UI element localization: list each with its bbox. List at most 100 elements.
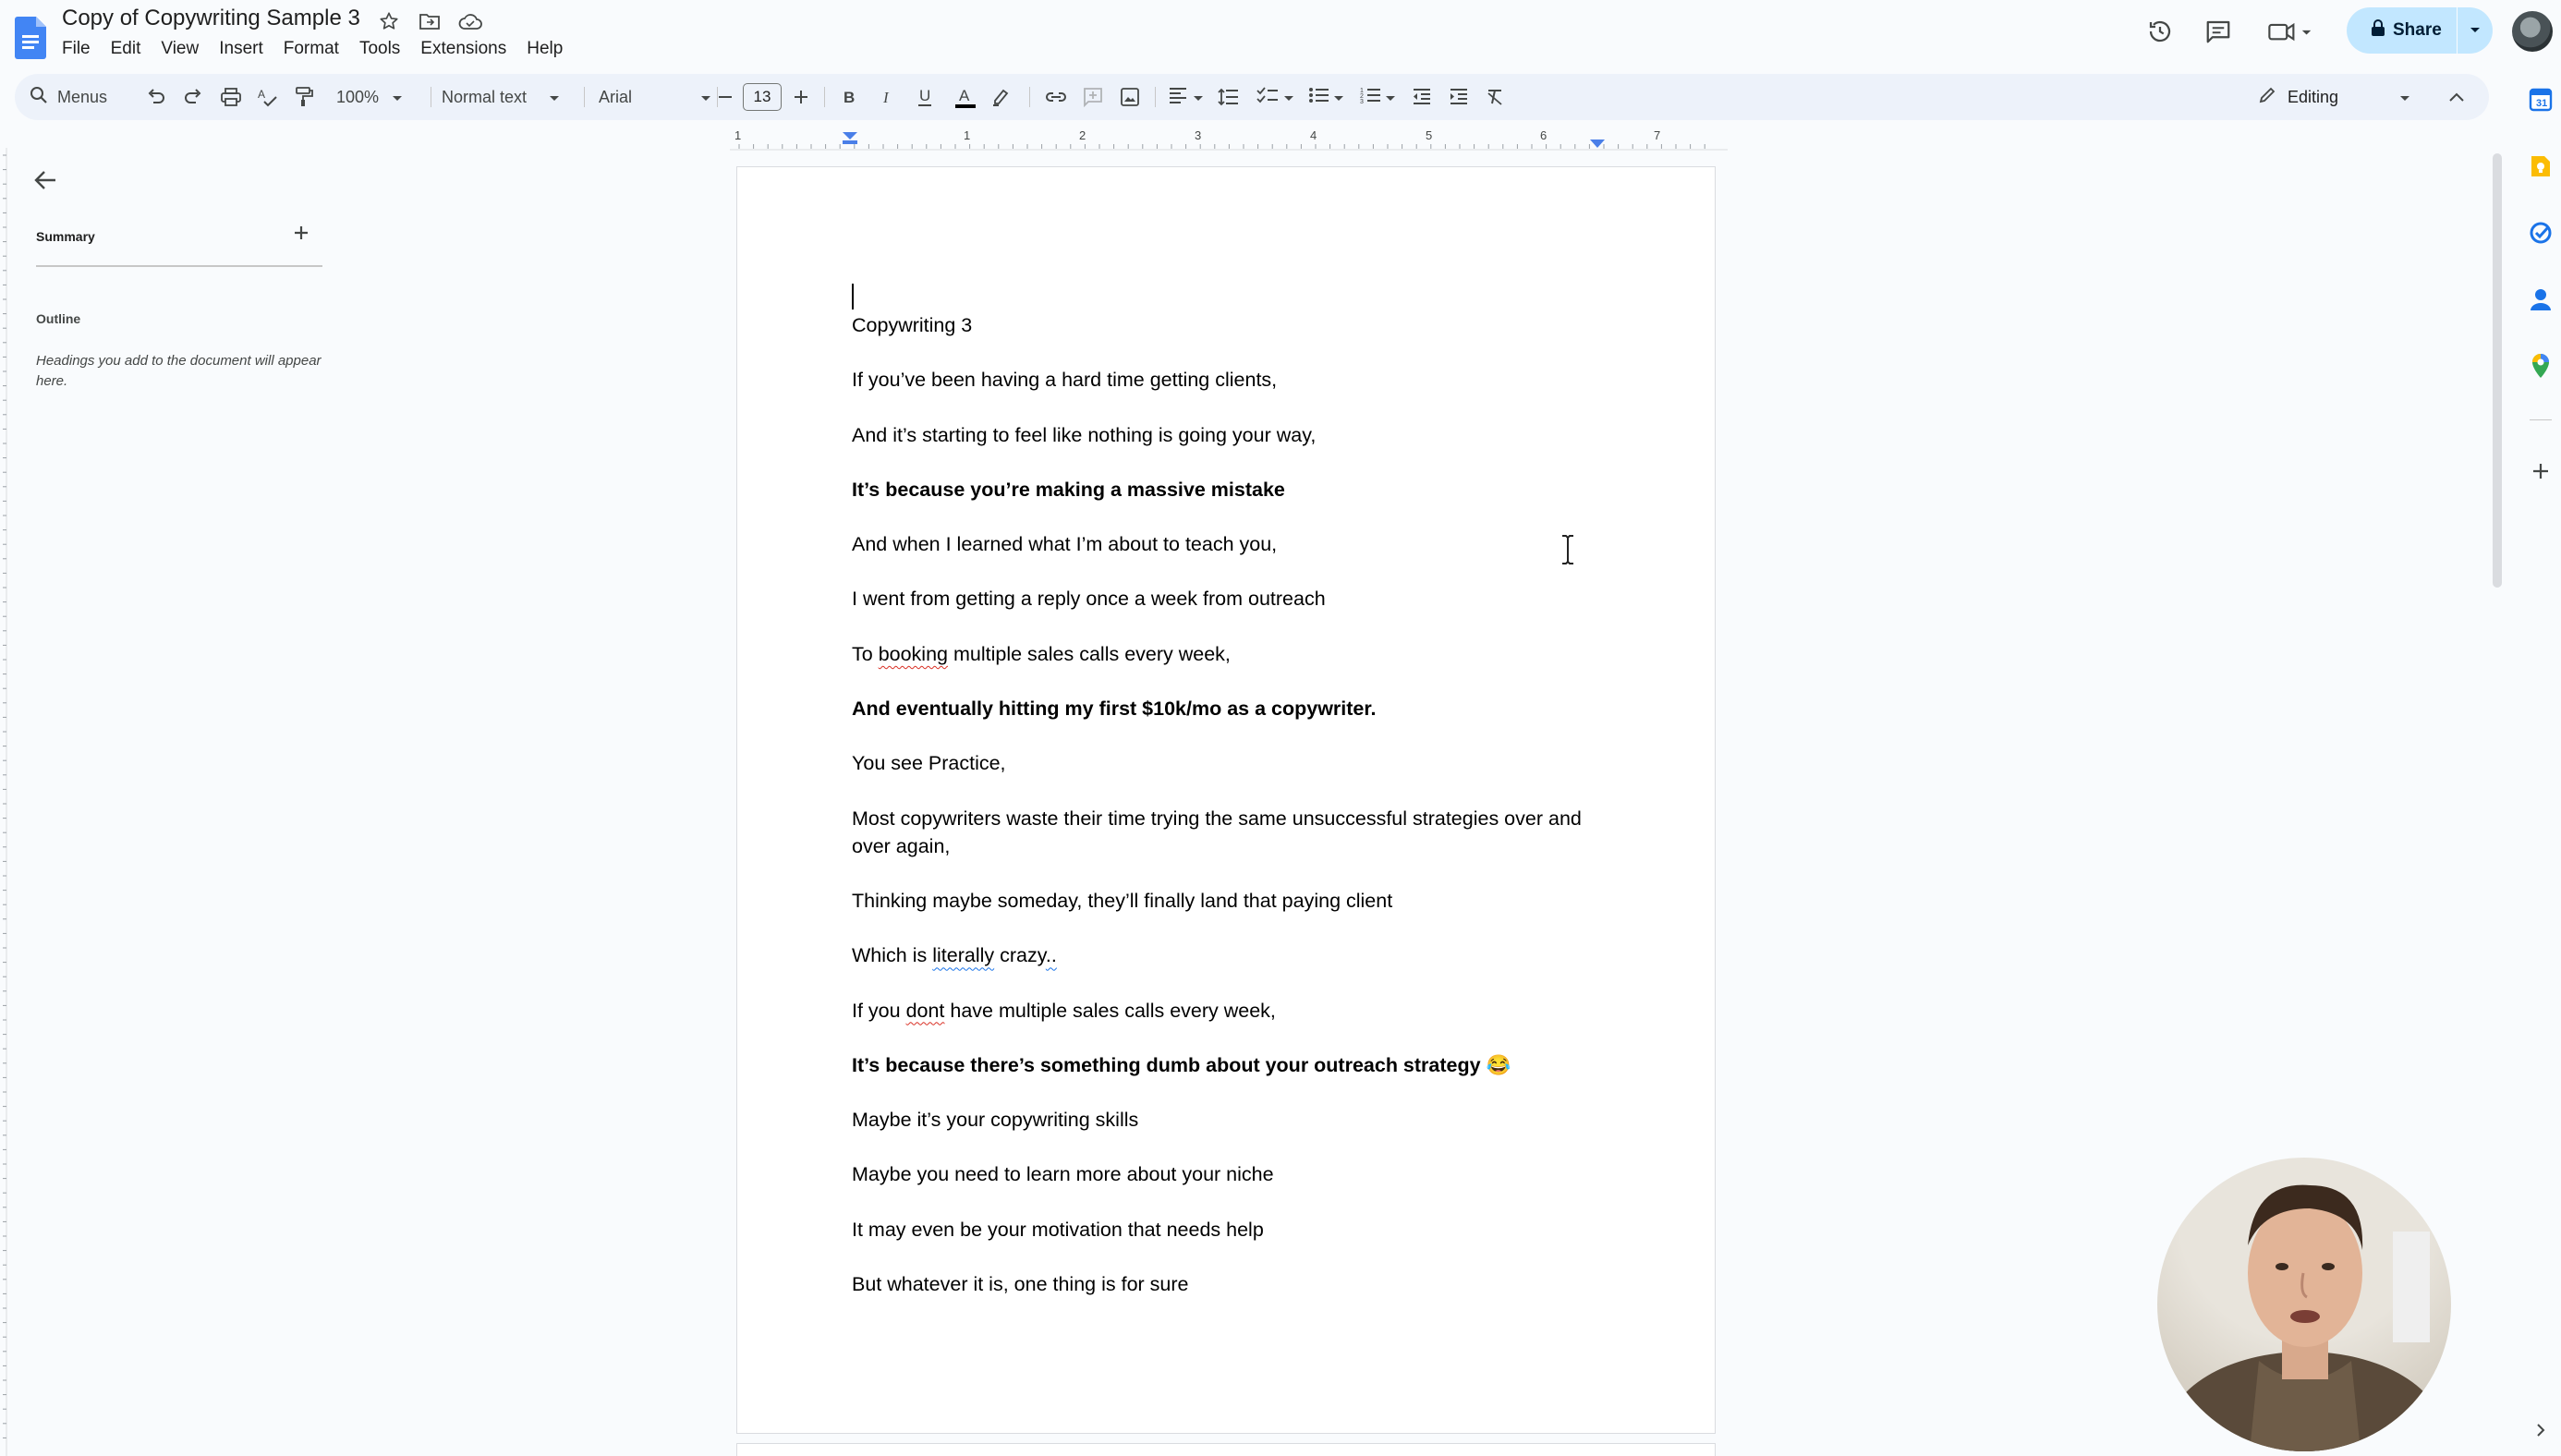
document-paragraph[interactable]: Which is literally crazy.. (852, 941, 1591, 969)
font-family-select[interactable]: Arial (599, 74, 711, 120)
contacts-icon[interactable] (2528, 286, 2554, 312)
document-paragraph[interactable]: Most copywriters waste their time trying… (852, 805, 1591, 860)
chevron-down-icon (549, 88, 560, 107)
cloud-saved-icon[interactable] (456, 7, 484, 35)
keep-icon[interactable] (2528, 153, 2554, 179)
share-label: Share (2393, 20, 2442, 40)
menu-file[interactable]: File (62, 39, 100, 59)
meet-icon[interactable] (2265, 16, 2317, 47)
document-paragraph[interactable]: Maybe you need to learn more about your … (852, 1160, 1591, 1188)
lock-icon (2371, 19, 2385, 42)
divider (36, 265, 322, 267)
document-paragraph[interactable]: It may even be your motivation that need… (852, 1216, 1591, 1244)
outline-placeholder: Headings you add to the document will ap… (36, 353, 322, 389)
document-outline-panel: Summary Outline Headings you add to the … (0, 148, 351, 1441)
line-spacing-icon[interactable] (1218, 74, 1240, 120)
document-paragraph[interactable]: Maybe it’s your copywriting skills (852, 1106, 1591, 1134)
highlight-color-icon[interactable] (990, 74, 1011, 120)
collapse-menus-icon[interactable] (2448, 74, 2465, 120)
first-line-indent-icon (843, 132, 857, 140)
get-add-ons-icon[interactable] (2528, 458, 2554, 484)
zoom-select[interactable]: 100% (336, 74, 403, 120)
comments-icon[interactable] (2203, 16, 2234, 47)
star-icon[interactable] (375, 7, 403, 35)
paragraph-style-select[interactable]: Normal text (442, 74, 560, 120)
back-arrow-icon[interactable] (33, 168, 65, 200)
outline-heading: Outline (36, 311, 81, 326)
menu-insert[interactable]: Insert (219, 39, 273, 59)
ruler-label: 1 (734, 128, 741, 142)
share-dropdown-icon[interactable] (2458, 26, 2493, 35)
document-title[interactable]: Copy of Copywriting Sample 3 (62, 6, 360, 31)
ruler-label: 3 (1195, 128, 1201, 142)
show-side-panel-icon[interactable] (2528, 1417, 2554, 1443)
document-paragraph[interactable]: Copywriting 3 (852, 311, 1591, 339)
document-paragraph[interactable]: You see Practice, (852, 749, 1591, 777)
side-panel: 31 (2520, 74, 2561, 1456)
document-paragraph[interactable]: And it’s starting to feel like nothing i… (852, 421, 1591, 449)
insert-comment-icon[interactable] (1083, 74, 1103, 120)
print-icon[interactable] (220, 74, 242, 120)
zoom-value: 100% (336, 87, 380, 106)
right-indent-icon (1590, 140, 1605, 148)
title-bar: Copy of Copywriting Sample 3 File Edit V… (0, 0, 2561, 74)
align-left-icon (1168, 87, 1188, 108)
increase-indent-icon[interactable] (1449, 74, 1469, 120)
document-paragraph[interactable]: It’s because there’s something dumb abou… (852, 1051, 1591, 1079)
menu-edit[interactable]: Edit (111, 39, 151, 59)
align-select[interactable] (1168, 74, 1203, 120)
checklist-select[interactable] (1256, 74, 1293, 120)
bulleted-list-select[interactable] (1308, 74, 1343, 120)
insert-link-icon[interactable] (1044, 74, 1068, 120)
add-summary-icon[interactable] (292, 224, 318, 249)
undo-icon[interactable] (146, 74, 166, 120)
chevron-down-icon (392, 88, 403, 107)
insert-image-icon[interactable] (1120, 74, 1140, 120)
italic-icon[interactable]: I (881, 74, 894, 120)
bold-icon[interactable]: B (843, 74, 857, 120)
search-menus-input[interactable]: Menus (30, 74, 107, 120)
document-paragraph[interactable]: If you dont have multiple sales calls ev… (852, 997, 1591, 1025)
maps-icon[interactable] (2528, 353, 2554, 379)
numbered-list-select[interactable]: 123 (1360, 74, 1395, 120)
docs-logo-icon[interactable] (15, 17, 46, 59)
document-page[interactable]: Copywriting 3 If you’ve been having a har… (736, 166, 1716, 1434)
document-paragraph[interactable]: I went from getting a reply once a week … (852, 585, 1591, 613)
document-page-2[interactable] (736, 1443, 1716, 1456)
document-paragraph[interactable]: But whatever it is, one thing is for sur… (852, 1270, 1591, 1298)
document-paragraph[interactable]: It’s because you’re making a massive mis… (852, 476, 1591, 504)
redo-icon[interactable] (183, 74, 203, 120)
tasks-icon[interactable] (2528, 220, 2554, 246)
document-paragraph[interactable]: And when I learned what I’m about to tea… (852, 530, 1591, 558)
svg-text:A: A (258, 88, 265, 101)
decrease-indent-icon[interactable] (1412, 74, 1432, 120)
text-color-icon[interactable]: A (953, 74, 977, 120)
document-body[interactable]: Copywriting 3 If you’ve been having a har… (852, 284, 1591, 1325)
move-folder-icon[interactable] (416, 7, 443, 35)
account-avatar[interactable] (2512, 11, 2553, 52)
spellcheck-icon[interactable]: A (257, 74, 279, 120)
underline-icon[interactable]: U (916, 74, 933, 120)
menu-help[interactable]: Help (527, 39, 572, 59)
document-paragraph[interactable]: To booking multiple sales calls every we… (852, 640, 1591, 668)
version-history-icon[interactable] (2144, 16, 2176, 47)
vertical-scrollbar[interactable] (2493, 153, 2502, 588)
menu-view[interactable]: View (161, 39, 208, 59)
svg-text:3: 3 (1360, 99, 1364, 104)
font-size-input[interactable]: 13 (743, 74, 782, 120)
menu-extensions[interactable]: Extensions (420, 39, 516, 59)
decrease-font-size-icon[interactable] (717, 74, 734, 120)
share-button[interactable]: Share (2347, 7, 2493, 54)
document-paragraph[interactable]: If you’ve been having a hard time gettin… (852, 366, 1591, 394)
calendar-icon[interactable]: 31 (2528, 87, 2554, 113)
horizontal-ruler[interactable]: 1 1 2 3 4 5 6 7 (730, 123, 1728, 151)
editing-mode-select[interactable]: Editing (2258, 74, 2410, 120)
chevron-down-icon (1284, 88, 1293, 107)
menu-tools[interactable]: Tools (359, 39, 409, 59)
clear-formatting-icon[interactable] (1486, 74, 1506, 120)
document-paragraph[interactable]: And eventually hitting my first $10k/mo … (852, 695, 1591, 722)
paint-format-icon[interactable] (294, 74, 314, 120)
document-paragraph[interactable]: Thinking maybe someday, they’ll finally … (852, 887, 1591, 915)
menu-format[interactable]: Format (284, 39, 348, 59)
increase-font-size-icon[interactable] (793, 74, 809, 120)
